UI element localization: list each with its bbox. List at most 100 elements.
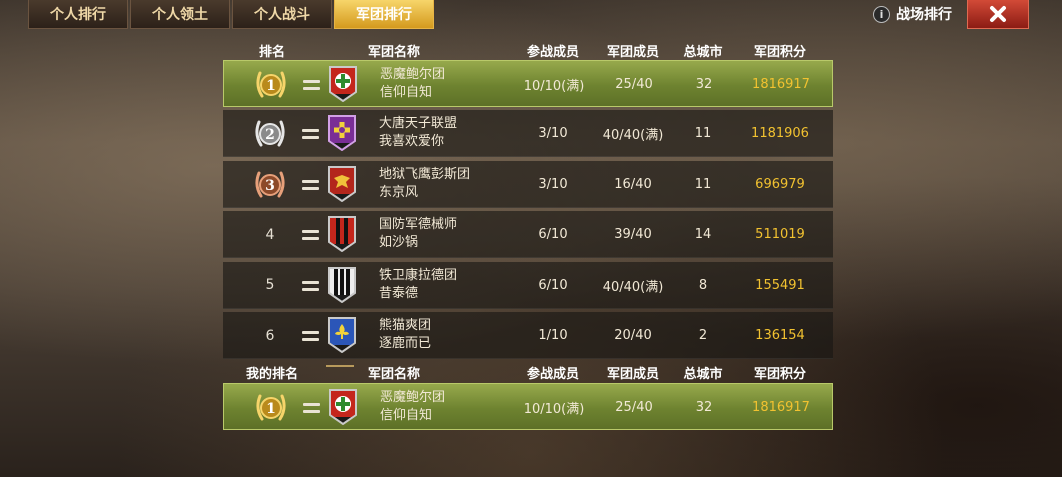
legion-name: 恶魔鲍尔团 xyxy=(380,390,446,405)
rank-unchanged-icon xyxy=(302,280,319,291)
legion-score: 155491 xyxy=(755,277,805,293)
legion-score: 696979 xyxy=(755,176,805,192)
members-count: 40/40(满) xyxy=(602,279,664,295)
legion-name: 铁卫康拉德团 xyxy=(379,267,458,283)
header-cities: 总城市 xyxy=(683,367,723,382)
participants-count: 10/10(满) xyxy=(523,79,585,94)
black-white-stripes-emblem-icon xyxy=(328,266,356,303)
rank-number: 6 xyxy=(265,327,275,344)
rank-number: 4 xyxy=(265,226,275,243)
legion-leader: 如沙锅 xyxy=(379,235,419,251)
table-row[interactable]: 6 熊猫爽团逐鹿而已 1/10 20/40 2 136154 xyxy=(223,312,833,359)
table-row[interactable]: 3 地狱飞鹰彭斯团 东京风 3/10 16/40 11 696979 xyxy=(223,160,833,208)
cities-count: 2 xyxy=(698,328,708,343)
ranking-tabs: 个人排行 个人领土 个人战斗 军团排行 xyxy=(28,0,436,29)
cities-count: 14 xyxy=(694,227,712,243)
purple-yellow-cross-emblem-icon xyxy=(328,115,356,152)
rank-unchanged-icon xyxy=(303,80,320,90)
participants-count: 1/10 xyxy=(538,328,568,343)
participants-count: 6/10 xyxy=(538,277,568,293)
legion-score: 136154 xyxy=(755,328,805,343)
members-count: 25/40 xyxy=(615,400,653,415)
legion-name: 熊猫爽团 xyxy=(379,318,432,333)
red-black-stripes-emblem-icon xyxy=(328,216,356,253)
legion-info: 铁卫康拉德团 昔泰德 xyxy=(379,267,457,303)
table-header: 排名 军团名称 参战成员 军团成员 总城市 军团积分 xyxy=(223,38,833,60)
header-participants: 参战成员 xyxy=(526,367,580,382)
blue-fleur-emblem-icon xyxy=(328,317,356,354)
tab-legion-ranking[interactable]: 军团排行 xyxy=(334,0,434,29)
tab-personal-battle[interactable]: 个人战斗 xyxy=(232,0,332,29)
legion-score: 1816917 xyxy=(752,400,810,415)
members-count: 39/40 xyxy=(614,227,652,243)
header-cities: 总城市 xyxy=(683,45,723,60)
tab-personal-ranking[interactable]: 个人排行 xyxy=(28,0,128,29)
header-members: 军团成员 xyxy=(606,367,660,382)
legion-info: 地狱飞鹰彭斯团 东京风 xyxy=(379,166,470,202)
header-members: 军团成员 xyxy=(606,45,660,60)
rank-unchanged-icon xyxy=(302,179,319,190)
legion-info: 熊猫爽团 逐鹿而已 xyxy=(379,317,431,353)
close-button[interactable] xyxy=(967,0,1029,29)
legion-score: 511019 xyxy=(755,227,805,243)
legion-name: 国防军德械师 xyxy=(379,217,458,233)
info-icon: i xyxy=(873,5,890,23)
legion-name: 恶魔鲍尔团 xyxy=(380,67,446,82)
legion-leader: 昔泰德 xyxy=(379,285,419,301)
members-count: 20/40 xyxy=(614,328,652,343)
members-count: 25/40 xyxy=(615,77,653,92)
cities-count: 8 xyxy=(698,277,708,293)
rank-unchanged-icon xyxy=(302,129,319,140)
legion-leader: 逐鹿而已 xyxy=(379,336,432,351)
legion-name: 地狱飞鹰彭斯团 xyxy=(379,166,471,182)
rank-medal-icon: 1 xyxy=(254,392,288,424)
legion-score: 1181906 xyxy=(751,126,809,142)
legion-leader: 东京风 xyxy=(379,184,419,200)
tab-personal-territory[interactable]: 个人领土 xyxy=(130,0,230,29)
header-score: 军团积分 xyxy=(753,367,807,382)
close-icon xyxy=(990,6,1006,22)
participants-count: 6/10 xyxy=(538,227,568,243)
legion-info: 恶魔鲍尔团 信仰自知 xyxy=(380,389,445,425)
legion-info: 大唐天子联盟 我喜欢爱你 xyxy=(379,115,457,151)
rank-unchanged-icon xyxy=(302,331,319,341)
cities-count: 32 xyxy=(695,77,713,92)
legion-name: 大唐天子联盟 xyxy=(379,116,458,132)
participants-count: 3/10 xyxy=(538,126,568,142)
cities-count: 11 xyxy=(694,126,712,142)
legion-info: 国防军德械师 如沙锅 xyxy=(379,216,457,252)
rank-unchanged-icon xyxy=(302,230,319,241)
red-green-cross-emblem-icon xyxy=(329,66,357,103)
rank-unchanged-icon xyxy=(303,403,320,413)
rank-medal-icon: 2 xyxy=(253,118,287,150)
battlefield-ranking-button[interactable]: i 战场排行 xyxy=(873,4,952,24)
table-row[interactable]: 2 大唐天子联盟 我喜欢爱你 3/10 40/40(满) 11 1181906 xyxy=(223,110,833,158)
table-row[interactable]: 1 恶魔鲍尔团信仰自知 10/10(满) 25/40 32 1816917 xyxy=(223,383,833,430)
my-ranking-header: 我的排名 军团名称 参战成员 军团成员 总城市 军团积分 xyxy=(223,360,833,382)
table-row[interactable]: 4 国防军德械师 如沙锅 6/10 39/40 14 511019 xyxy=(223,211,833,259)
table-row[interactable]: 5 铁卫康拉德团 昔泰德 6/10 40/40(满) 8 155491 xyxy=(223,261,833,309)
header-rank: 排名 xyxy=(258,45,286,60)
svg-text:1: 1 xyxy=(266,78,276,94)
header-legion-name: 军团名称 xyxy=(367,367,421,382)
participants-count: 3/10 xyxy=(538,176,568,192)
legion-score: 1816917 xyxy=(752,77,810,92)
svg-text:1: 1 xyxy=(266,401,276,417)
rank-number: 5 xyxy=(265,277,275,294)
header-participants: 参战成员 xyxy=(526,45,580,60)
red-eagle-emblem-icon xyxy=(328,165,356,203)
legion-leader: 信仰自知 xyxy=(380,408,433,423)
rank-medal-icon: 3 xyxy=(253,169,287,201)
cities-count: 32 xyxy=(695,400,713,415)
legion-leader: 信仰自知 xyxy=(380,85,433,100)
svg-text:3: 3 xyxy=(265,178,275,194)
cities-count: 11 xyxy=(694,176,712,192)
battlefield-ranking-label: 战场排行 xyxy=(896,7,952,23)
members-count: 16/40 xyxy=(614,176,652,192)
table-row[interactable]: 1 恶魔鲍尔团信仰自知 10/10(满) 25/40 32 1816917 xyxy=(223,60,833,107)
legion-leader: 我喜欢爱你 xyxy=(379,134,445,150)
legion-info: 恶魔鲍尔团 信仰自知 xyxy=(380,66,445,102)
members-count: 40/40(满) xyxy=(602,128,664,144)
red-green-cross-emblem-icon xyxy=(329,389,357,426)
participants-count: 10/10(满) xyxy=(523,402,585,417)
